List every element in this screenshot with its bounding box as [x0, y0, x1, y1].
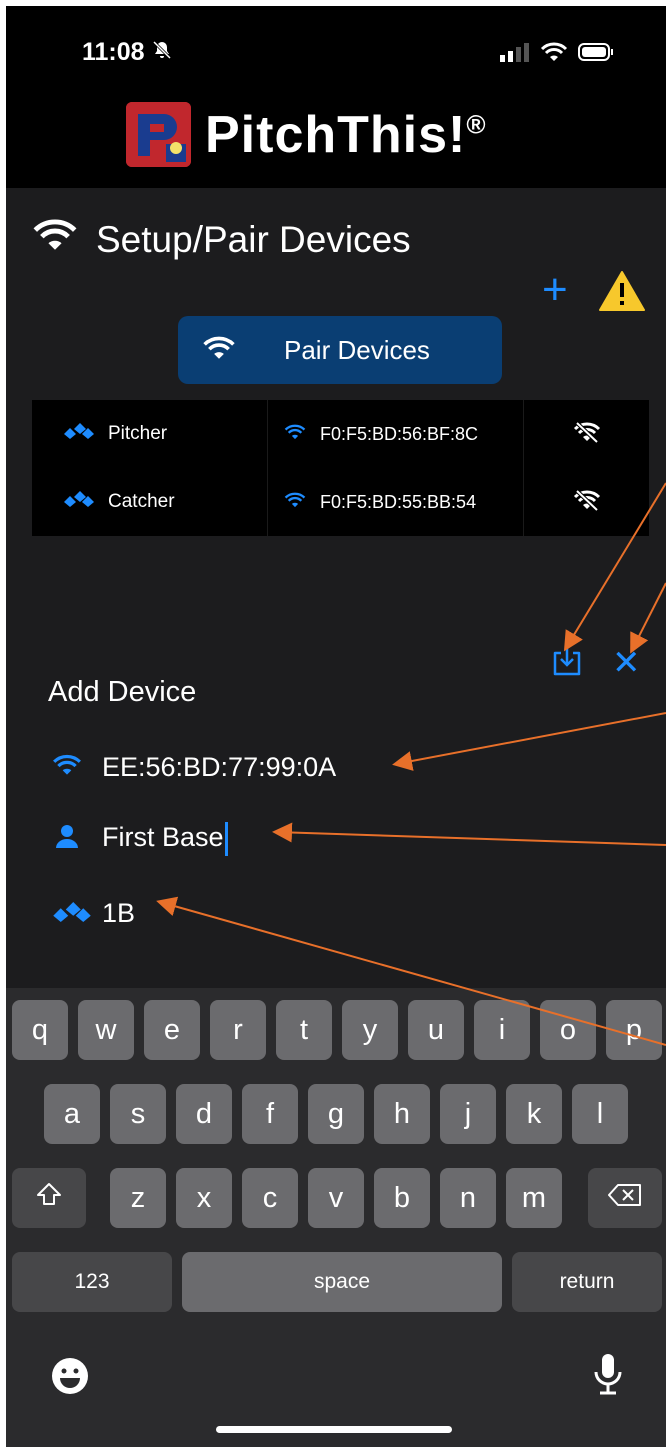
device-mac-cell: F0:F5:BD:56:BF:8C	[268, 400, 524, 468]
key-i[interactable]: i	[474, 1000, 530, 1060]
device-name: Pitcher	[108, 423, 168, 444]
signal-icon	[500, 42, 530, 67]
key-q[interactable]: q	[12, 1000, 68, 1060]
key-z[interactable]: z	[110, 1168, 166, 1228]
key-e[interactable]: e	[144, 1000, 200, 1060]
key-y[interactable]: y	[342, 1000, 398, 1060]
device-mac: F0:F5:BD:55:BB:54	[320, 491, 477, 512]
wifi-icon	[202, 336, 236, 365]
wifi-icon	[52, 752, 82, 783]
key-j[interactable]: j	[440, 1084, 496, 1144]
wifi-icon	[540, 42, 568, 67]
wifi-off-icon[interactable]	[573, 421, 601, 448]
brand-name: PitchThis!®	[205, 105, 487, 165]
key-c[interactable]: c	[242, 1168, 298, 1228]
wifi-icon	[32, 218, 78, 261]
mac-address-field[interactable]: EE:56:BD:77:99:0A	[52, 752, 336, 783]
trademark: ®	[466, 109, 487, 140]
key-v[interactable]: v	[308, 1168, 364, 1228]
cleats-icon	[52, 898, 92, 929]
shift-icon	[36, 1181, 62, 1215]
connection-cell[interactable]	[524, 400, 649, 468]
key-x[interactable]: x	[176, 1168, 232, 1228]
key-r[interactable]: r	[210, 1000, 266, 1060]
device-name-input[interactable]: First Base	[102, 822, 228, 856]
status-icons	[500, 42, 614, 67]
panel-title-text: Setup/Pair Devices	[96, 218, 411, 260]
pair-devices-button[interactable]: Pair Devices	[178, 316, 502, 384]
backspace-key[interactable]	[588, 1168, 662, 1228]
device-name-field[interactable]: First Base	[52, 822, 228, 856]
logo-mark	[126, 102, 191, 167]
battery-icon	[578, 42, 614, 67]
short-name-field[interactable]: 1B	[52, 898, 135, 929]
panel-title: Setup/Pair Devices	[32, 218, 411, 261]
close-icon[interactable]: ✕	[612, 646, 641, 680]
cleats-icon	[64, 423, 94, 445]
backspace-icon	[608, 1182, 642, 1215]
device-name-cell: Pitcher	[32, 400, 268, 468]
device-name: Catcher	[108, 491, 175, 512]
key-f[interactable]: f	[242, 1084, 298, 1144]
mic-icon[interactable]	[592, 1352, 624, 1401]
key-h[interactable]: h	[374, 1084, 430, 1144]
phone-screen: 11:08 PitchThis!® Setup/Pair Devices + P…	[6, 6, 666, 1447]
key-o[interactable]: o	[540, 1000, 596, 1060]
status-time-text: 11:08	[82, 38, 145, 66]
key-s[interactable]: s	[110, 1084, 166, 1144]
shift-key[interactable]	[12, 1168, 86, 1228]
bell-slash-icon	[152, 40, 172, 65]
numbers-key[interactable]: 123	[12, 1252, 172, 1312]
status-time: 11:08	[82, 38, 172, 67]
return-key[interactable]: return	[512, 1252, 662, 1312]
wifi-off-icon[interactable]	[573, 489, 601, 516]
emoji-icon[interactable]	[50, 1356, 90, 1401]
keyboard: q w e r t y u i o p a s d f g h j k l z …	[6, 988, 666, 1447]
mac-address-value[interactable]: EE:56:BD:77:99:0A	[102, 752, 336, 783]
space-key[interactable]: space	[182, 1252, 502, 1312]
device-mac: F0:F5:BD:56:BF:8C	[320, 423, 479, 444]
wifi-icon	[284, 424, 306, 445]
key-d[interactable]: d	[176, 1084, 232, 1144]
key-m[interactable]: m	[506, 1168, 562, 1228]
key-a[interactable]: a	[44, 1084, 100, 1144]
device-name-value: First Base	[102, 822, 224, 853]
wifi-icon	[284, 492, 306, 513]
save-icon[interactable]	[552, 644, 582, 681]
cleats-icon	[64, 491, 94, 513]
home-indicator[interactable]	[216, 1426, 452, 1433]
device-name-cell: Catcher	[32, 468, 268, 536]
connection-cell[interactable]	[524, 468, 649, 536]
person-icon	[56, 824, 78, 855]
key-w[interactable]: w	[78, 1000, 134, 1060]
app-logo: PitchThis!®	[126, 102, 487, 167]
table-row[interactable]: Pitcher F0:F5:BD:56:BF:8C	[32, 400, 649, 468]
key-u[interactable]: u	[408, 1000, 464, 1060]
key-t[interactable]: t	[276, 1000, 332, 1060]
device-table: Pitcher F0:F5:BD:56:BF:8C Catcher F0:F5:…	[32, 400, 649, 536]
key-p[interactable]: p	[606, 1000, 662, 1060]
plus-icon[interactable]: +	[542, 268, 568, 312]
brand-text: PitchThis!	[205, 105, 467, 164]
setup-panel: Setup/Pair Devices + Pair Devices Pitche…	[6, 188, 666, 988]
short-name-value[interactable]: 1B	[102, 898, 135, 929]
key-k[interactable]: k	[506, 1084, 562, 1144]
text-caret	[224, 822, 228, 856]
table-row[interactable]: Catcher F0:F5:BD:55:BB:54	[32, 468, 649, 536]
warning-icon[interactable]	[598, 270, 646, 317]
key-g[interactable]: g	[308, 1084, 364, 1144]
key-n[interactable]: n	[440, 1168, 496, 1228]
add-device-title: Add Device	[48, 676, 197, 708]
key-b[interactable]: b	[374, 1168, 430, 1228]
key-l[interactable]: l	[572, 1084, 628, 1144]
pair-devices-label: Pair Devices	[284, 334, 430, 365]
device-mac-cell: F0:F5:BD:55:BB:54	[268, 468, 524, 536]
